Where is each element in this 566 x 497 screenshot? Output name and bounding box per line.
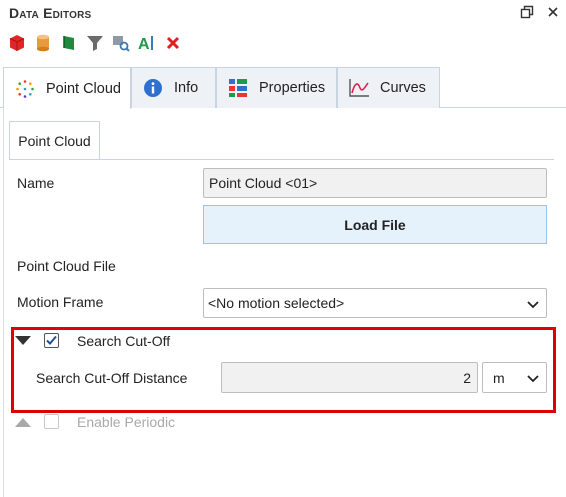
panel-border	[3, 108, 4, 497]
tab-label: Properties	[259, 80, 326, 96]
tab-info[interactable]: Info	[131, 67, 216, 108]
properties-grid-icon	[227, 77, 249, 99]
search-cutoff-distance-input[interactable]: 2	[221, 362, 478, 393]
name-label: Name	[17, 175, 55, 191]
restore-window-icon[interactable]	[519, 5, 535, 21]
delete-x-icon[interactable]	[162, 32, 184, 54]
motion-frame-label: Motion Frame	[17, 294, 104, 310]
expand-triangle-icon	[15, 418, 31, 427]
filter-funnel-icon[interactable]	[84, 32, 106, 54]
unit-select[interactable]: m	[482, 362, 547, 393]
motion-frame-value: <No motion selected>	[208, 295, 345, 311]
text-label-icon[interactable]: A	[136, 32, 158, 54]
tab-bar: Point Cloud Info Properties Curves	[0, 67, 566, 109]
search-cutoff-distance-label: Search Cut-Off Distance	[36, 370, 188, 386]
green-flag-icon[interactable]	[58, 32, 80, 54]
enable-periodic-checkbox	[44, 414, 59, 429]
panel-header: Data Editors	[0, 0, 566, 26]
search-cutoff-checkbox[interactable]	[44, 333, 59, 348]
name-field[interactable]: Point Cloud <01>	[203, 168, 547, 198]
orange-cylinder-icon[interactable]	[32, 32, 54, 54]
tab-properties[interactable]: Properties	[216, 67, 337, 108]
chevron-down-icon	[526, 371, 540, 385]
find-object-icon[interactable]	[110, 32, 132, 54]
chevron-down-icon	[526, 297, 540, 311]
point-cloud-file-label: Point Cloud File	[17, 258, 116, 274]
tab-label: Curves	[380, 80, 426, 96]
unit-value: m	[493, 370, 505, 386]
tab-curves[interactable]: Curves	[337, 67, 440, 108]
tab-point-cloud[interactable]: Point Cloud	[3, 67, 131, 109]
tab-label: Point Cloud	[46, 80, 121, 97]
tab-label: Info	[174, 80, 199, 96]
checkmark-icon	[46, 335, 57, 345]
search-cutoff-label: Search Cut-Off	[77, 333, 171, 349]
point-cloud-icon	[14, 78, 36, 100]
collapse-triangle-icon[interactable]	[15, 336, 31, 345]
subtab-point-cloud[interactable]: Point Cloud	[9, 121, 100, 159]
toolbar: A	[6, 32, 184, 54]
load-file-button[interactable]: Load File	[203, 205, 547, 244]
subtab-divider	[9, 159, 554, 160]
svg-text:A: A	[138, 36, 150, 52]
curves-chart-icon	[348, 77, 370, 99]
panel-title: Data Editors	[9, 5, 92, 21]
motion-frame-select[interactable]: <No motion selected>	[203, 288, 547, 318]
enable-periodic-label: Enable Periodic	[77, 414, 176, 430]
red-cube-icon[interactable]	[6, 32, 28, 54]
info-icon	[142, 77, 164, 99]
close-icon[interactable]	[545, 5, 561, 21]
